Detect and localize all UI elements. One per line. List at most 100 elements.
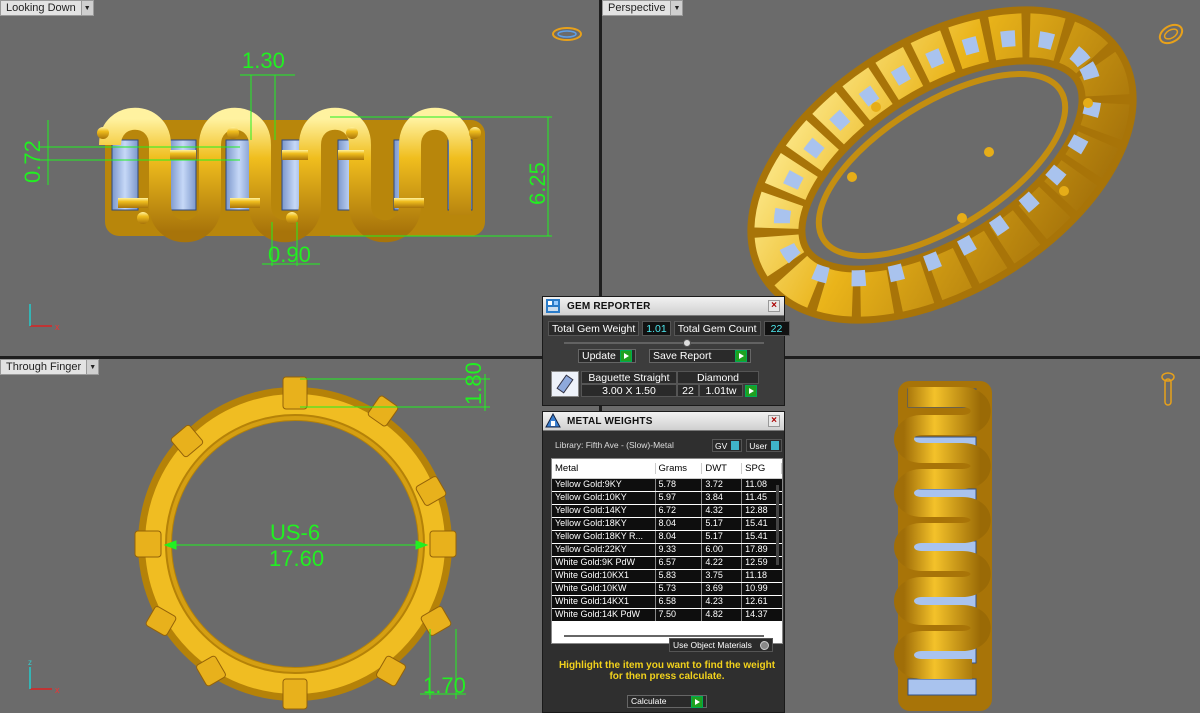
table-row[interactable]: Yellow Gold:9KY 5.78 3.72 11.08 [552,479,782,492]
metal-weights-panel[interactable]: METAL WEIGHTS × Library: Fifth Ave - (Sl… [542,411,785,713]
gem-list-item[interactable]: Baguette Straight Diamond 3.00 X 1.50 22… [551,371,759,397]
table-cell: 3.84 [702,492,743,504]
gem-shape: Baguette Straight [581,371,677,384]
table-row[interactable]: Yellow Gold:18KY R... 8.04 5.17 15.41 [552,531,782,544]
total-gem-weight-value: 1.01 [642,321,671,336]
table-body: Yellow Gold:9KY 5.78 3.72 11.08 Yellow Gold:… [552,479,782,622]
table-row[interactable]: White Gold:14K PdW 7.50 4.82 14.37 [552,609,782,622]
table-cell: Yellow Gold:10KY [552,492,656,504]
dimension-1-80: 1.80 [461,362,486,405]
play-icon [735,350,747,362]
gem-reporter-panel[interactable]: GEM REPORTER × Total Gem Weight 1.01 Tot… [542,296,790,406]
table-cell: 5.17 [702,518,743,530]
ring-inner-diameter: 17.60 [269,546,325,571]
dimension-0-90: 0.90 [268,242,311,267]
dimension-1-30: 1.30 [242,48,285,73]
metal-weights-table[interactable]: Metal Grams DWT SPG Yellow Gold:9KY 5.78 3… [551,458,783,644]
table-hscrollbar[interactable] [564,635,764,637]
ring-nav-icon[interactable] [551,26,583,42]
svg-text:z: z [28,658,32,667]
gem-size: 3.00 X 1.50 [581,384,677,397]
table-header: Metal Grams DWT SPG [552,459,782,479]
table-cell: White Gold:9K PdW [552,557,656,569]
gem-detail-button[interactable] [745,385,757,397]
table-row[interactable]: White Gold:14KX1 6.58 4.23 12.61 [552,596,782,609]
gem-reporter-icon [543,297,563,316]
play-icon [691,695,703,708]
calculate-button[interactable]: Calculate [627,695,707,708]
table-cell: Yellow Gold:14KY [552,505,656,517]
table-cell: 5.17 [702,531,743,543]
table-row[interactable]: Yellow Gold:14KY 6.72 4.32 12.88 [552,505,782,518]
toggle-icon [731,441,740,450]
dimension-6-25: 6.25 [525,162,550,205]
close-icon[interactable]: × [768,300,780,312]
dimension-0-72: 0.72 [20,140,45,183]
toggle-icon [771,441,780,450]
gem-material: Diamond [677,371,759,384]
table-row[interactable]: White Gold:9K PdW 6.57 4.22 12.59 [552,557,782,570]
use-object-materials-checkbox[interactable]: Use Object Materials [669,638,773,652]
table-row[interactable]: Yellow Gold:10KY 5.97 3.84 11.45 [552,492,782,505]
calculate-hint: Highlight the item you want to find the … [558,660,776,682]
total-gem-count-label: Total Gem Count [673,321,761,336]
ring-top-view: x [29,74,552,332]
table-cell: 5.83 [656,570,703,582]
radio-icon [760,640,769,650]
viewport-looking-down[interactable]: Looking Down ▼ x 1.30 0.72 6.25 0.90 [0,0,599,356]
table-cell: White Gold:10KW [552,583,656,595]
table-cell: 6.57 [656,557,703,569]
table-row[interactable]: Yellow Gold:18KY 8.04 5.17 15.41 [552,518,782,531]
table-cell: 5.97 [656,492,703,504]
user-toggle[interactable]: User [746,439,783,452]
table-cell: 8.04 [656,518,703,530]
table-row[interactable]: White Gold:10KX1 5.83 3.75 11.18 [552,570,782,583]
viewport-label-looking-down[interactable]: Looking Down ▼ [0,0,94,16]
table-row[interactable]: White Gold:10KW 5.73 3.69 10.99 [552,583,782,596]
ring-nav-icon[interactable] [1155,18,1187,46]
table-cell: 9.33 [656,544,703,556]
table-cell: 6.72 [656,505,703,517]
gem-weight: 1.01tw [699,384,743,397]
table-cell: 6.58 [656,596,703,608]
table-cell: Yellow Gold:18KY R... [552,531,656,543]
table-cell: Yellow Gold:9KY [552,479,656,491]
table-cell: 3.75 [702,570,743,582]
update-button[interactable]: Update [578,349,636,363]
gem-reporter-titlebar[interactable]: GEM REPORTER × [543,297,784,316]
gv-toggle[interactable]: GV [712,439,743,452]
table-cell: 3.69 [702,583,743,595]
table-cell: White Gold:14K PdW [552,609,656,621]
dimension-1-70: 1.70 [423,673,466,698]
library-label: Library: Fifth Ave - (Slow)-Metal [555,440,674,450]
play-icon [620,350,632,362]
ring-nav-icon[interactable] [1160,371,1176,411]
table-cell: 6.00 [702,544,743,556]
table-cell: 4.22 [702,557,743,569]
svg-text:x: x [55,322,60,332]
gem-count: 22 [677,384,699,397]
table-scrollbar[interactable] [775,479,780,639]
panel-splitter[interactable] [564,338,764,348]
table-cell: 5.73 [656,583,703,595]
table-cell: 4.23 [702,596,743,608]
chevron-down-icon[interactable]: ▼ [86,360,99,374]
viewport-label-perspective[interactable]: Perspective ▼ [602,0,684,16]
table-cell: 4.82 [702,609,743,621]
metal-weights-titlebar[interactable]: METAL WEIGHTS × [543,412,784,431]
table-cell: 7.50 [656,609,703,621]
viewport-label-through-finger[interactable]: Through Finger ▼ [0,359,100,375]
table-cell: White Gold:10KX1 [552,570,656,582]
chevron-down-icon[interactable]: ▼ [80,1,93,15]
save-report-button[interactable]: Save Report [649,349,751,363]
table-cell: 4.32 [702,505,743,517]
table-cell: 3.72 [702,479,743,491]
table-row[interactable]: Yellow Gold:22KY 9.33 6.00 17.89 [552,544,782,557]
table-cell: 8.04 [656,531,703,543]
chevron-down-icon[interactable]: ▼ [670,1,683,15]
table-cell: Yellow Gold:18KY [552,518,656,530]
close-icon[interactable]: × [768,415,780,427]
total-gem-weight-label: Total Gem Weight [548,321,640,336]
viewport-through-finger[interactable]: Through Finger ▼ x z US-6 17.60 1.80 1.7… [0,359,599,713]
table-cell: Yellow Gold:22KY [552,544,656,556]
